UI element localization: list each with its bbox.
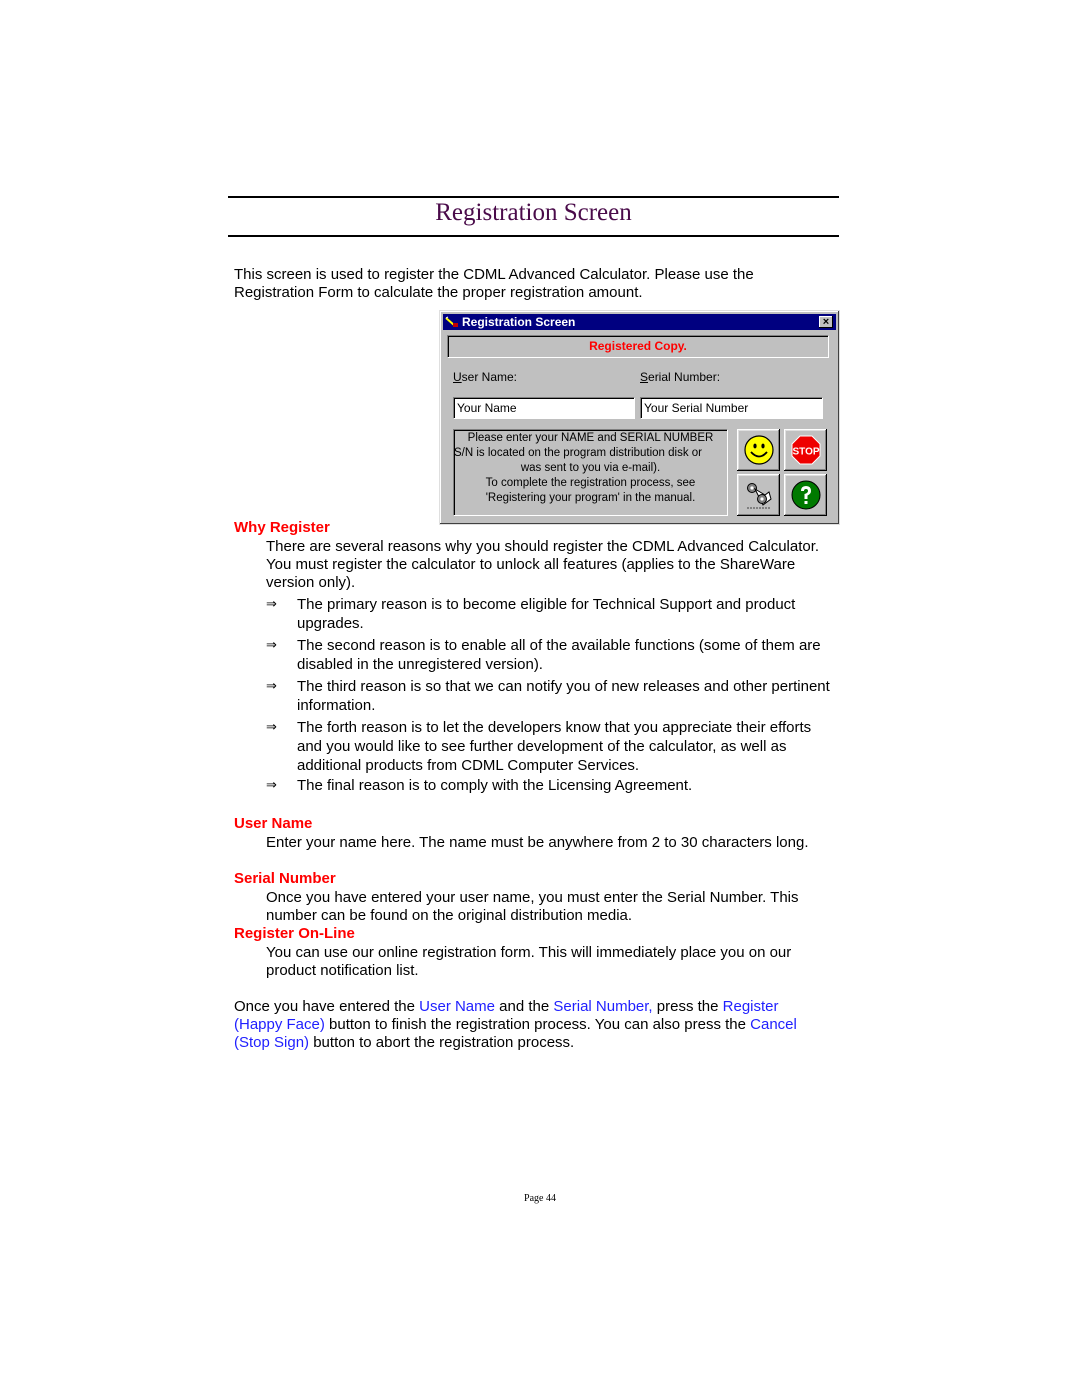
reason-bullet: ⇒ The third reason is so that we can not… xyxy=(266,677,836,715)
closing-text: and the xyxy=(495,998,554,1015)
serial-number-input[interactable] xyxy=(640,397,823,419)
dialog-titlebar: Registration Screen × xyxy=(443,314,836,330)
arrow-icon: ⇒ xyxy=(266,638,277,653)
handshake-icon xyxy=(743,479,775,511)
registration-dialog: Registration Screen × Registered Copy. U… xyxy=(439,310,840,525)
register-online-heading: Register On-Line xyxy=(234,925,355,942)
instructions-message: Please enter your NAME and SERIAL NUMBER… xyxy=(453,429,728,516)
title-rule-top xyxy=(228,196,839,198)
close-button[interactable]: × xyxy=(819,316,833,328)
message-line: 'Registering your program' in the manual… xyxy=(485,492,696,504)
reason-bullet: ⇒ The second reason is to enable all of … xyxy=(266,636,836,674)
intro-paragraph: This screen is used to register the CDML… xyxy=(234,266,754,301)
title-rule-bottom xyxy=(228,235,839,237)
user-name-heading: User Name xyxy=(234,815,313,832)
app-icon xyxy=(445,316,459,328)
arrow-icon: ⇒ xyxy=(266,720,277,735)
reason-text: The primary reason is to become eligible… xyxy=(297,596,796,632)
register-online-button[interactable] xyxy=(737,474,780,516)
user-name-label: User Name: xyxy=(453,370,517,384)
why-register-body: There are several reasons why you should… xyxy=(266,538,820,591)
arrow-icon: ⇒ xyxy=(266,778,277,793)
why-register-heading: Why Register xyxy=(234,519,330,536)
closing-text: press the xyxy=(652,998,723,1015)
closing-paragraph: Once you have entered the User Name and … xyxy=(234,998,824,1052)
arrow-icon: ⇒ xyxy=(266,679,277,694)
register-button[interactable] xyxy=(737,429,780,471)
message-line: S/N is located on the program distributi… xyxy=(454,447,703,459)
closing-text: button to abort the registration process… xyxy=(309,1034,575,1051)
reason-text: The third reason is so that we can notif… xyxy=(297,678,830,714)
reason-text: The final reason is to comply with the L… xyxy=(297,777,693,794)
registration-status: Registered Copy. xyxy=(447,335,829,358)
closing-text: Once you have entered the xyxy=(234,998,420,1015)
message-line: was sent to you via e-mail). xyxy=(520,462,661,474)
register-online-body: You can use our online registration form… xyxy=(266,944,792,979)
serial-number-heading: Serial Number xyxy=(234,870,336,887)
stop-sign-icon: STOP xyxy=(790,434,822,466)
reason-text: The forth reason is to let the developer… xyxy=(297,719,812,774)
serial-number-body: Once you have entered your user name, yo… xyxy=(266,889,799,924)
help-button[interactable] xyxy=(784,474,827,516)
user-name-accel: U xyxy=(453,370,462,384)
user-name-input[interactable] xyxy=(453,397,635,419)
message-line: Please enter your NAME and SERIAL NUMBER xyxy=(467,432,714,444)
reason-text: The second reason is to enable all of th… xyxy=(297,637,821,673)
reason-bullet: ⇒ The primary reason is to become eligib… xyxy=(266,595,836,633)
reason-bullet: ⇒ The final reason is to comply with the… xyxy=(266,776,836,795)
serial-label-text: erial Number: xyxy=(648,370,721,384)
serial-number-label: Serial Number: xyxy=(640,370,720,384)
user-name-body: Enter your name here. The name must be a… xyxy=(266,834,809,851)
stop-text: STOP xyxy=(792,447,819,458)
dialog-title: Registration Screen xyxy=(462,315,576,329)
arrow-icon: ⇒ xyxy=(266,597,277,612)
cancel-button[interactable]: STOP xyxy=(784,429,827,471)
page-title: Registration Screen xyxy=(435,199,632,226)
closing-text: button to finish the registration proces… xyxy=(324,1016,751,1033)
user-name-link[interactable]: User Name xyxy=(419,998,495,1015)
reason-bullet: ⇒ The forth reason is to let the develop… xyxy=(266,718,836,775)
message-line: To complete the registration process, se… xyxy=(485,477,696,489)
serial-number-link[interactable]: Serial Number, xyxy=(553,998,652,1015)
serial-accel: S xyxy=(640,370,649,384)
page-number: Page 44 xyxy=(524,1193,556,1204)
happy-face-icon xyxy=(743,434,775,466)
user-name-label-text: ser Name: xyxy=(461,370,518,384)
question-mark-icon xyxy=(790,479,822,511)
